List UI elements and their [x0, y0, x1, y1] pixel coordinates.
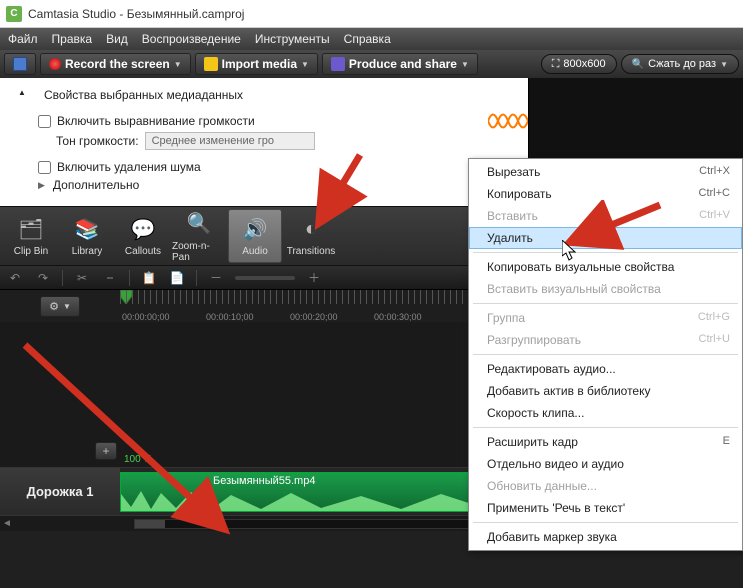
save-icon: [13, 57, 27, 71]
undo-button[interactable]: ↶: [6, 269, 24, 287]
tab-label: Callouts: [125, 246, 161, 257]
scroll-left-icon[interactable]: ◄: [0, 517, 14, 531]
advanced-label: Дополнительно: [53, 178, 139, 192]
magnifier-icon: [632, 58, 644, 70]
tab-label: Transitions: [287, 246, 336, 257]
produce-label: Produce and share: [349, 57, 457, 71]
import-button[interactable]: Import media ▼: [195, 53, 318, 75]
ruler-label: 00:00:30;00: [374, 312, 446, 322]
zoom-out-button[interactable]: －: [207, 269, 225, 287]
clipbin-icon: 🗂: [17, 215, 45, 243]
zoom-in-button[interactable]: ＋: [305, 269, 323, 287]
expand-icon: ⛶: [552, 58, 560, 71]
leveling-checkbox[interactable]: [38, 115, 51, 128]
produce-button[interactable]: Produce and share ▼: [322, 53, 478, 75]
tab-audio[interactable]: 🔊 Audio: [228, 209, 282, 263]
menubar: Файл Правка Вид Воспроизведение Инструме…: [0, 28, 743, 50]
import-label: Import media: [222, 57, 297, 71]
tab-label: Library: [72, 246, 103, 257]
tab-label: Zoom-n-Pan: [172, 241, 226, 263]
ctx-copy[interactable]: КопироватьCtrl+C: [469, 183, 742, 205]
add-track-button[interactable]: +: [95, 442, 117, 460]
tone-select[interactable]: Среднее изменение гро: [145, 132, 315, 150]
record-label: Record the screen: [65, 57, 170, 71]
save-button[interactable]: [4, 53, 36, 75]
ruler-label: 00:00:20;00: [290, 312, 362, 322]
ctx-edit-audio[interactable]: Редактировать аудио...: [469, 358, 742, 380]
menu-file[interactable]: Файл: [8, 32, 38, 46]
collapse-icon[interactable]: ▲: [18, 88, 26, 97]
ctx-clip-speed[interactable]: Скорость клипа...: [469, 402, 742, 424]
tab-callouts[interactable]: 💬 Callouts: [116, 209, 170, 263]
ctx-paste-visual: Вставить визуальный свойства: [469, 278, 742, 300]
ctx-group: ГруппаCtrl+G: [469, 307, 742, 329]
gear-icon: ⚙: [49, 300, 59, 313]
clip-name: Безымянный55.mp4: [213, 475, 315, 487]
library-icon: 📚: [73, 215, 101, 243]
import-icon: [204, 57, 218, 71]
dimensions-display[interactable]: ⛶ 800x600: [541, 54, 617, 74]
ruler-label: 00:00:10;00: [206, 312, 278, 322]
callouts-icon: 💬: [129, 215, 157, 243]
ctx-copy-visual[interactable]: Копировать визуальные свойства: [469, 256, 742, 278]
chevron-down-icon: ▼: [301, 60, 309, 69]
chevron-down-icon: ▼: [174, 60, 182, 69]
menu-edit[interactable]: Правка: [52, 32, 93, 46]
clip-volume-label: 100 %: [124, 454, 152, 465]
menu-tools[interactable]: Инструменты: [255, 32, 330, 46]
produce-icon: [331, 57, 345, 71]
window-title: Camtasia Studio - Безымянный.camproj: [28, 7, 244, 21]
expand-icon[interactable]: ▶: [38, 180, 45, 191]
ctx-separate-av[interactable]: Отдельно видео и аудио: [469, 453, 742, 475]
noise-label: Включить удаления шума: [57, 160, 201, 174]
track-label[interactable]: Дорожка 1: [0, 468, 120, 515]
menu-help[interactable]: Справка: [344, 32, 391, 46]
ctx-extend-frame[interactable]: Расширить кадрE: [469, 431, 742, 453]
main-toolbar: Record the screen ▼ Import media ▼ Produ…: [0, 50, 743, 78]
noise-checkbox[interactable]: [38, 161, 51, 174]
paste-button[interactable]: 📄: [168, 269, 186, 287]
ctx-delete[interactable]: Удалить: [469, 227, 742, 249]
tab-zoom[interactable]: 🔍 Zoom-n-Pan: [172, 209, 226, 263]
audio-icon: 🔊: [241, 215, 269, 243]
ctx-add-marker[interactable]: Добавить маркер звука: [469, 526, 742, 548]
ctx-update-data: Обновить данные...: [469, 475, 742, 497]
zoom-icon: 🔍: [185, 210, 213, 238]
tab-transitions[interactable]: ◐ Transitions: [284, 209, 338, 263]
app-icon: C: [6, 6, 22, 22]
copy-button[interactable]: 📋: [140, 269, 158, 287]
window-titlebar: C Camtasia Studio - Безымянный.camproj: [0, 0, 743, 28]
redo-button[interactable]: ↷: [34, 269, 52, 287]
tab-clipbin[interactable]: 🗂 Clip Bin: [4, 209, 58, 263]
dimensions-label: 800x600: [563, 58, 605, 70]
ctx-ungroup: РазгруппироватьCtrl+U: [469, 329, 742, 351]
timeline-settings-button[interactable]: ⚙▼: [40, 296, 80, 317]
tab-library[interactable]: 📚 Library: [60, 209, 114, 263]
tab-label: Clip Bin: [14, 246, 48, 257]
transitions-icon: ◐: [297, 215, 325, 243]
cut-button[interactable]: ✂: [73, 269, 91, 287]
shrink-button[interactable]: Сжать до раз ▼: [621, 54, 739, 74]
scrollbar-thumb[interactable]: [135, 520, 165, 528]
menu-playback[interactable]: Воспроизведение: [142, 32, 241, 46]
ctx-add-asset[interactable]: Добавить актив в библиотеку: [469, 380, 742, 402]
tone-label: Тон громкости:: [56, 134, 139, 148]
ctx-speech-text[interactable]: Применить 'Речь в текст': [469, 497, 742, 519]
ctx-cut[interactable]: ВырезатьCtrl+X: [469, 161, 742, 183]
leveling-label: Включить выравнивание громкости: [57, 114, 255, 128]
ruler-label: 00:00:00;00: [122, 312, 194, 322]
record-button[interactable]: Record the screen ▼: [40, 53, 191, 75]
ctx-paste: ВставитьCtrl+V: [469, 205, 742, 227]
split-button[interactable]: ⎯: [101, 269, 119, 287]
context-menu: ВырезатьCtrl+X КопироватьCtrl+C Вставить…: [468, 158, 743, 551]
menu-view[interactable]: Вид: [106, 32, 128, 46]
shrink-label: Сжать до раз: [648, 58, 716, 70]
tab-label: Audio: [242, 246, 268, 257]
zoom-slider[interactable]: [235, 276, 295, 280]
record-icon: [49, 58, 61, 70]
chevron-down-icon: ▼: [461, 60, 469, 69]
chevron-down-icon: ▼: [720, 60, 728, 69]
